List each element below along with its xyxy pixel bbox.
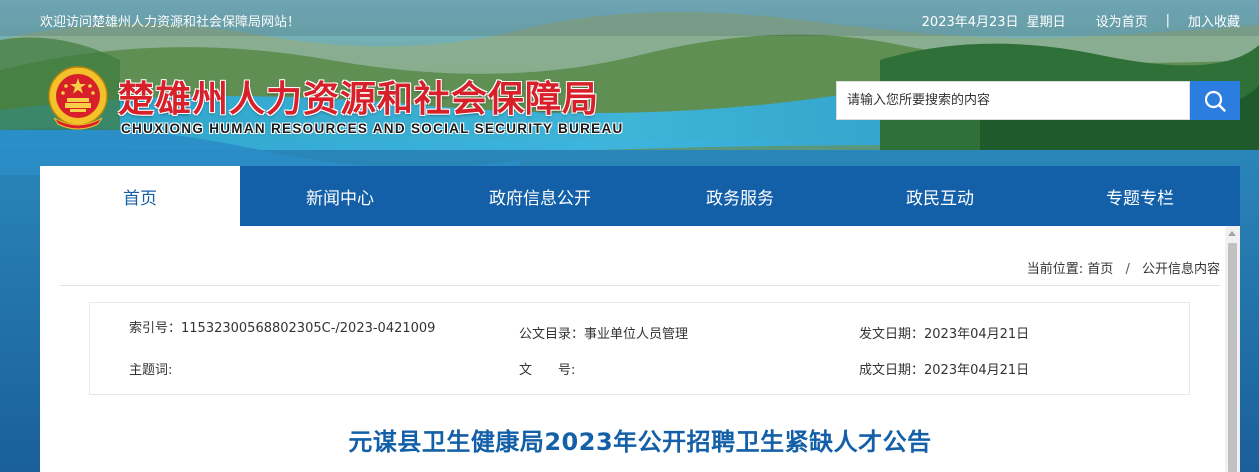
- search-button[interactable]: [1190, 81, 1240, 120]
- breadcrumb-divider: [60, 285, 1220, 286]
- nav-item-home[interactable]: 首页: [40, 166, 240, 233]
- main-content: 当前位置: 首页 / 公开信息内容 索引号：11532300568802305C…: [40, 226, 1240, 472]
- nav-item-services[interactable]: 政务服务: [640, 166, 840, 226]
- article-title: 元谋县卫生健康局2023年公开招聘卫生紧缺人才公告: [348, 428, 932, 456]
- catalog-value: 事业单位人员管理: [584, 327, 689, 342]
- current-weekday: 星期日: [1026, 15, 1066, 30]
- site-subtitle: CHUXIONG HUMAN RESOURCES AND SOCIAL SECU…: [121, 121, 624, 136]
- nav-item-news[interactable]: 新闻中心: [240, 166, 440, 226]
- catalog-field: 公文目录：事业单位人员管理: [519, 323, 688, 342]
- breadcrumb: 当前位置: 首页 / 公开信息内容: [1027, 258, 1220, 277]
- nav-item-topics[interactable]: 专题专栏: [1040, 166, 1240, 226]
- top-bar-right: 2023年4月23日 星期日 设为首页 | 加入收藏: [922, 11, 1240, 30]
- keyword-label: 主题词:: [129, 363, 173, 378]
- welcome-text: 欢迎访问楚雄州人力资源和社会保障局网站！: [40, 15, 301, 30]
- breadcrumb-prefix: 当前位置:: [1026, 262, 1084, 277]
- top-bar-separator: |: [1165, 13, 1170, 28]
- created-date-field: 成文日期：2023年04月21日: [859, 359, 1029, 378]
- nav-item-interaction[interactable]: 政民互动: [840, 166, 1040, 226]
- created-date-label: 成文日期：: [859, 363, 925, 378]
- document-number-label: 文 号:: [519, 363, 576, 378]
- national-emblem-icon: [46, 66, 110, 132]
- breadcrumb-home-link[interactable]: 首页: [1087, 262, 1113, 277]
- catalog-label: 公文目录：: [519, 327, 585, 342]
- created-date-value: 2023年04月21日: [924, 363, 1030, 378]
- breadcrumb-current[interactable]: 公开信息内容: [1142, 262, 1220, 277]
- search-icon: [1203, 89, 1227, 113]
- index-number-value: 11532300568802305C-/2023-0421009: [181, 321, 436, 336]
- index-number-field: 索引号：11532300568802305C-/2023-0421009: [129, 317, 435, 336]
- search-box: [836, 81, 1240, 120]
- scrollbar-thumb[interactable]: [1228, 243, 1237, 472]
- publish-date-field: 发文日期：2023年04月21日: [859, 323, 1029, 342]
- publish-date-label: 发文日期：: [859, 327, 925, 342]
- page-scrollbar[interactable]: [1225, 226, 1240, 472]
- document-number-field: 文 号:: [519, 359, 575, 378]
- current-date: 2023年4月23日: [921, 15, 1019, 30]
- index-number-label: 索引号：: [129, 321, 182, 336]
- scroll-up-arrow-icon[interactable]: [1228, 231, 1236, 236]
- document-info-box: 索引号：11532300568802305C-/2023-0421009 公文目…: [89, 302, 1190, 395]
- keyword-field: 主题词:: [129, 359, 172, 378]
- top-bar: 欢迎访问楚雄州人力资源和社会保障局网站！ 2023年4月23日 星期日 设为首页…: [0, 0, 1259, 36]
- add-favorite-link[interactable]: 加入收藏: [1188, 11, 1240, 30]
- nav-item-gov-info[interactable]: 政府信息公开: [440, 166, 640, 226]
- breadcrumb-separator: /: [1125, 262, 1130, 277]
- set-homepage-link[interactable]: 设为首页: [1096, 11, 1148, 30]
- main-nav: 首页 新闻中心 政府信息公开 政务服务 政民互动 专题专栏: [40, 166, 1240, 233]
- search-input[interactable]: [836, 81, 1190, 120]
- site-title: 楚雄州人力资源和社会保障局: [118, 78, 600, 120]
- publish-date-value: 2023年04月21日: [924, 327, 1030, 342]
